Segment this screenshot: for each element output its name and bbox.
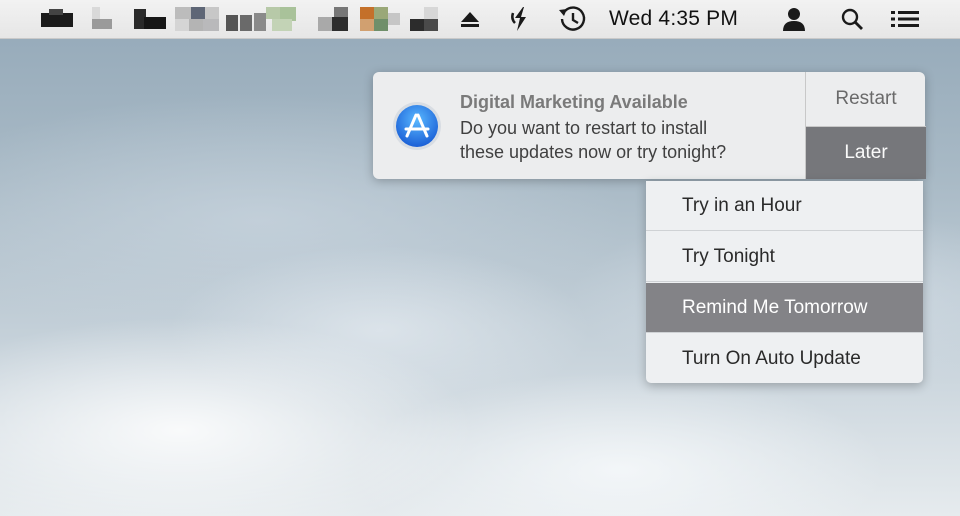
menu-item-try-tonight[interactable]: Try Tonight (646, 232, 923, 282)
notification-title: Digital Marketing Available (460, 92, 688, 112)
obscured-status-item[interactable] (41, 7, 73, 31)
menu-item-turn-on-auto-update[interactable]: Turn On Auto Update (646, 334, 923, 383)
search-icon[interactable] (838, 0, 866, 38)
menu-bar: Wed 4:35 PM (0, 0, 960, 39)
later-dropdown-menu: Try in an Hour Try Tonight Remind Me Tom… (646, 181, 923, 383)
notification-body-line1: Do you want to restart to install (460, 118, 708, 138)
eject-icon[interactable] (456, 0, 484, 38)
notification-actions: Restart Later (805, 72, 926, 179)
obscured-status-item[interactable] (226, 7, 296, 31)
obscured-status-item[interactable] (318, 7, 350, 31)
later-button[interactable]: Later (806, 127, 926, 179)
user-icon[interactable] (780, 0, 808, 38)
app-store-icon (392, 101, 442, 151)
obscured-status-item[interactable] (410, 7, 438, 31)
menu-item-try-in-an-hour[interactable]: Try in an Hour (646, 181, 923, 231)
obscured-status-item[interactable] (360, 7, 400, 31)
time-machine-icon[interactable] (554, 0, 590, 38)
menu-item-remind-me-tomorrow[interactable]: Remind Me Tomorrow (646, 283, 923, 333)
obscured-status-item[interactable] (92, 7, 114, 31)
sync-icon[interactable] (506, 0, 534, 38)
menubar-clock[interactable]: Wed 4:35 PM (609, 0, 738, 38)
obscured-status-item[interactable] (134, 7, 166, 31)
notification-body-line2: these updates now or try tonight? (460, 142, 727, 162)
obscured-status-item[interactable] (175, 7, 219, 31)
restart-button[interactable]: Restart (806, 72, 926, 127)
list-icon[interactable] (888, 0, 922, 38)
